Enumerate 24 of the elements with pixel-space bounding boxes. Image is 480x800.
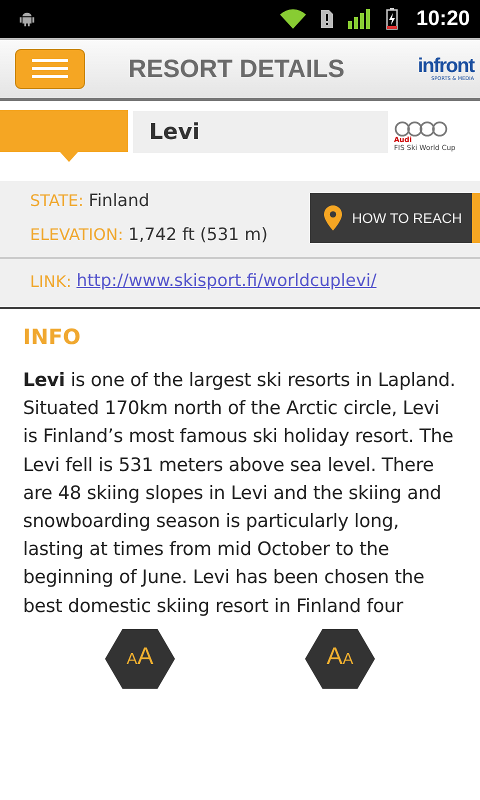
wifi-icon xyxy=(280,8,306,30)
website-link[interactable]: http://www.skisport.fi/worldcuplevi/ xyxy=(76,271,376,291)
android-icon xyxy=(18,10,36,28)
font-size-button[interactable]: AA xyxy=(305,628,375,689)
location-pin-icon xyxy=(324,205,342,231)
menu-icon xyxy=(32,59,68,79)
menu-button[interactable] xyxy=(15,49,85,89)
sim-card-icon xyxy=(320,9,334,29)
battery-charging-icon xyxy=(386,8,398,30)
detail-label: STATE: xyxy=(30,191,84,211)
logo-wordmark: infront xyxy=(418,56,474,76)
screen-title: RESORT DETAILS xyxy=(127,54,346,84)
status-time: 10:20 xyxy=(416,7,470,31)
signal-icon xyxy=(348,9,372,29)
detail-value: Finland xyxy=(88,191,150,211)
info-paragraph: Levi is one of the largest ski resorts in Lapland. Situated 170km north of the Arctic circle, Levi is Finland’s most famous ski holiday resort. The Levi fell is 531 meters above sea level. There are 48 skiing slopes in Levi and the skiing and snowboarding season is particularly long, lasting at times from mid October to the beginning of June. Levi has been chosen the best domestic skiing resort in Finland four xyxy=(23,369,456,619)
link-label: LINK: xyxy=(30,272,72,290)
detail-value: 1,742 ft (531 m) xyxy=(128,225,268,245)
rings-logo-icon xyxy=(394,121,448,138)
info-heading: INFO xyxy=(23,325,82,349)
detail-label: ELEVATION: xyxy=(30,225,124,245)
resort-name: Levi xyxy=(149,120,200,144)
font-size-button[interactable]: AA xyxy=(105,628,175,689)
how-to-reach-button[interactable]: HOW TO REACH xyxy=(310,193,480,243)
